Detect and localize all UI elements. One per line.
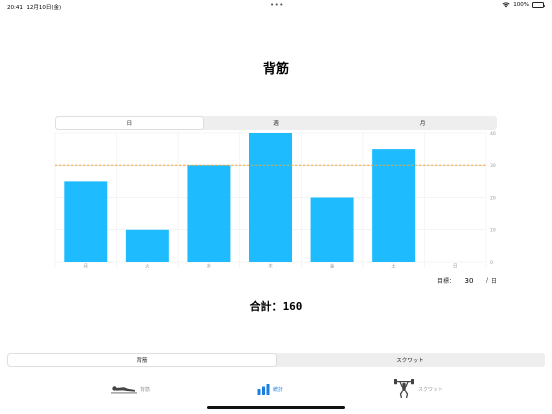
- tab-back-exercise-label: 背筋: [140, 386, 151, 393]
- tab-back-exercise[interactable]: 背筋: [111, 378, 150, 400]
- total-value: 160: [282, 300, 303, 313]
- chart-bar: [125, 229, 169, 262]
- y-tick-label: 0: [490, 260, 493, 266]
- x-tick-label: 日: [453, 264, 458, 270]
- goal-label: 目標：: [437, 278, 456, 285]
- y-tick-label: 10: [490, 228, 496, 234]
- goal-input[interactable]: [458, 275, 481, 286]
- chart-bar: [187, 165, 231, 262]
- exercise-segmented-control[interactable]: 背筋 スクワット: [7, 353, 545, 367]
- chart-bar: [249, 133, 292, 262]
- bar-chart-icon: [257, 383, 270, 395]
- person-lying-icon: [111, 384, 137, 394]
- goal-unit: 日: [491, 278, 498, 285]
- x-tick-label: 金: [330, 263, 335, 270]
- goal-separator: /: [486, 277, 489, 284]
- x-tick-label: 月: [84, 264, 89, 270]
- chart-bar: [372, 149, 416, 262]
- tab-bar: 背筋 統計 スクワット: [0, 378, 552, 400]
- tab-stats-label: 統計: [273, 386, 284, 393]
- tab-squat-label: スクワット: [418, 386, 444, 393]
- x-tick-label: 火: [145, 264, 150, 270]
- x-tick-label: 水: [207, 263, 212, 270]
- y-tick-label: 30: [490, 163, 496, 169]
- total-label: 合計：: [249, 300, 283, 313]
- y-tick-label: 20: [490, 195, 496, 201]
- exercise-tab-squat[interactable]: スクワット: [276, 354, 544, 366]
- total-row: 合計：160: [0, 298, 552, 314]
- exercise-tab-back[interactable]: 背筋: [8, 354, 276, 366]
- goal-row: 目標： / 日: [437, 275, 497, 286]
- bar-chart: 0 10 20 30 40 月 火 水 木 金 土 日: [54, 131, 496, 270]
- y-tick-label: 40: [490, 131, 496, 137]
- tab-squat[interactable]: スクワット: [393, 378, 443, 400]
- home-indicator[interactable]: [207, 406, 345, 409]
- x-tick-label: 土: [391, 263, 396, 270]
- tab-stats[interactable]: 統計: [257, 378, 283, 400]
- chart-bar: [64, 181, 108, 262]
- weightlifter-icon: [393, 379, 415, 399]
- chart-bar: [310, 197, 354, 262]
- x-tick-label: 木: [268, 263, 273, 270]
